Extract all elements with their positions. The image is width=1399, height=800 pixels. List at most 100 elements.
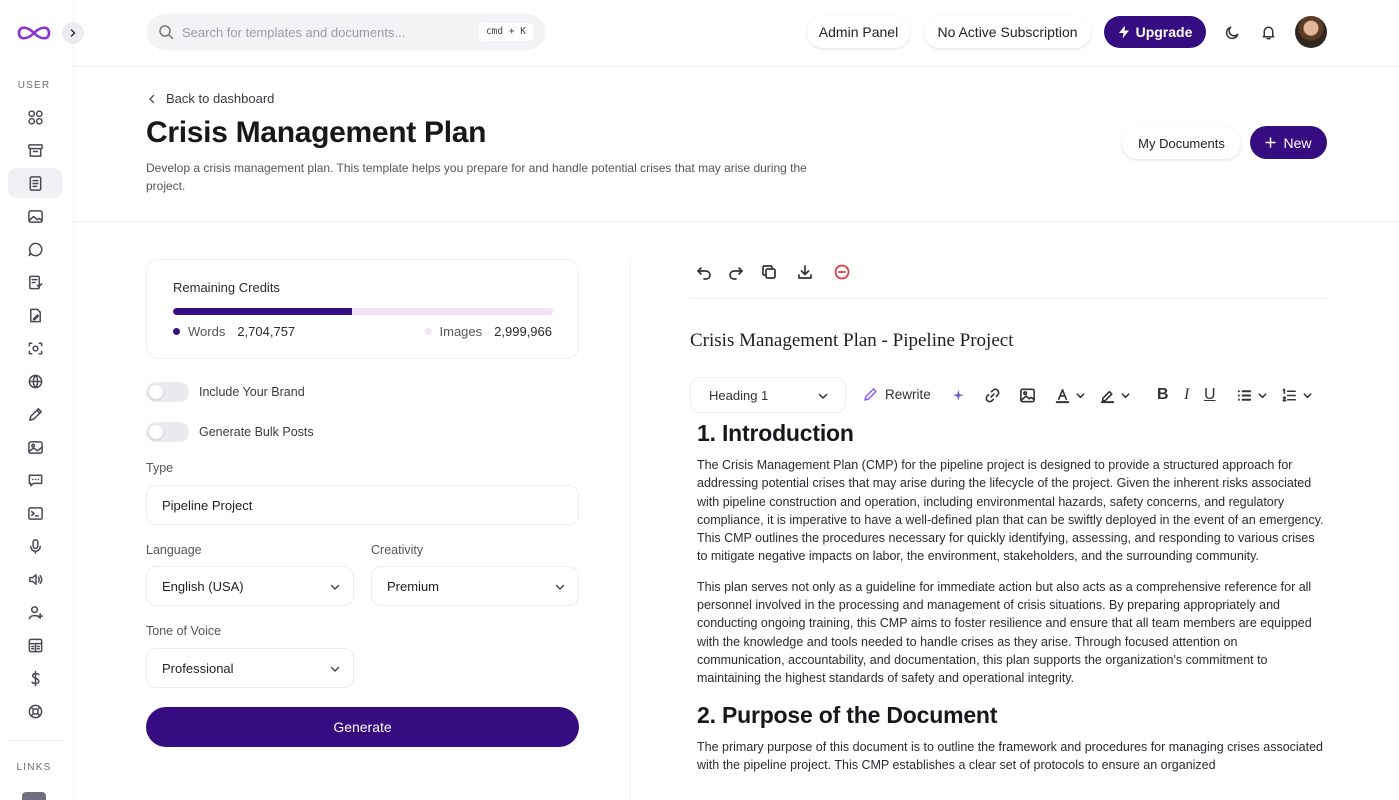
download-icon: [798, 265, 812, 279]
user-avatar[interactable]: [1295, 16, 1327, 48]
heading-select[interactable]: Heading 1: [690, 377, 846, 413]
undo-button[interactable]: [695, 263, 713, 281]
my-documents-button[interactable]: My Documents: [1122, 127, 1241, 159]
formatting-toolbar: Heading 1 Rewrite B I U: [690, 377, 1327, 413]
tone-select[interactable]: Professional: [146, 648, 354, 688]
rewrite-button[interactable]: Rewrite: [863, 386, 931, 402]
bullet-list-button[interactable]: [1236, 386, 1268, 404]
delete-button[interactable]: [833, 263, 851, 281]
language-select[interactable]: English (USA): [146, 566, 354, 606]
type-label: Type: [146, 461, 174, 475]
sidebar-item-speech[interactable]: [8, 531, 62, 561]
app-logo[interactable]: [16, 22, 52, 44]
highlight-button[interactable]: [1099, 386, 1131, 404]
chevron-right-icon: [70, 29, 76, 37]
table-icon: [28, 638, 42, 652]
upgrade-button[interactable]: Upgrade: [1104, 16, 1206, 48]
search-input[interactable]: [182, 24, 472, 40]
sidebar-item-web[interactable]: [8, 366, 62, 396]
notifications-button[interactable]: [1258, 22, 1278, 42]
sidebar-item-code[interactable]: [8, 498, 62, 528]
user-plus-icon: [28, 605, 43, 619]
sidebar-item-images[interactable]: [8, 201, 62, 231]
insert-image-button[interactable]: [1019, 386, 1036, 404]
plus-icon: [1265, 137, 1277, 148]
mic-icon: [29, 538, 41, 554]
include-brand-toggle[interactable]: [146, 382, 189, 402]
redo-button[interactable]: [727, 263, 745, 281]
sidebar-section-links: LINKS: [16, 762, 52, 773]
text-color-icon: [1055, 388, 1070, 403]
globe-icon: [28, 374, 42, 388]
dollar-icon: [30, 670, 40, 686]
scan-face-icon: [28, 342, 42, 354]
include-brand-row: Include Your Brand: [146, 382, 305, 402]
admin-panel-button[interactable]: Admin Panel: [807, 16, 910, 48]
sidebar-item-dashboard[interactable]: [8, 102, 62, 132]
document-content[interactable]: 1. Introduction The Crisis Management Pl…: [697, 418, 1327, 774]
document-title[interactable]: Crisis Management Plan - Pipeline Projec…: [690, 330, 1013, 352]
credits-words-fill: [173, 308, 352, 315]
magic-pen-icon: [864, 388, 877, 401]
dark-mode-toggle[interactable]: [1222, 22, 1242, 42]
sidebar-item-vision[interactable]: [8, 333, 62, 363]
rewrite-label: Rewrite: [885, 386, 931, 402]
chevron-left-icon: [149, 94, 155, 103]
terminal-icon: [27, 506, 43, 520]
sidebar-item-voiceover[interactable]: [8, 564, 62, 594]
text-color-button[interactable]: [1054, 386, 1086, 404]
bell-icon: [1262, 26, 1274, 39]
link-avatar[interactable]: [22, 792, 46, 800]
numbered-list-icon: [1282, 388, 1296, 401]
link-button[interactable]: [984, 386, 1001, 404]
sidebar-item-forms[interactable]: [8, 267, 62, 297]
bulk-posts-toggle[interactable]: [146, 422, 189, 442]
copy-button[interactable]: [760, 263, 778, 281]
sidebar-item-affiliates[interactable]: [8, 597, 62, 627]
sidebar-item-archive[interactable]: [8, 135, 62, 165]
sidebar-item-plans[interactable]: [8, 630, 62, 660]
bold-button[interactable]: B: [1157, 386, 1169, 404]
section-paragraph: The primary purpose of this document is …: [697, 739, 1324, 772]
numbered-list-button[interactable]: [1281, 386, 1313, 404]
words-legend: Words 2,704,757: [173, 324, 295, 339]
sidebar-item-support[interactable]: [8, 696, 62, 726]
sidebar-item-file-edit[interactable]: [8, 300, 62, 330]
grid-icon: [27, 109, 43, 125]
bullet-list-icon: [1237, 389, 1252, 401]
type-input[interactable]: Pipeline Project: [146, 485, 579, 525]
sidebar-item-chat[interactable]: [8, 234, 62, 264]
sidebar-item-documents[interactable]: [8, 168, 62, 198]
underline-icon: U: [1204, 386, 1216, 403]
column-divider: [630, 259, 631, 800]
section-paragraph: The Crisis Management Plan (CMP) for the…: [697, 458, 1324, 564]
redo-icon: [729, 267, 743, 280]
underline-button[interactable]: U: [1204, 386, 1216, 404]
back-to-dashboard-link[interactable]: Back to dashboard: [148, 91, 274, 106]
undo-icon: [697, 267, 711, 280]
search-shortcut-badge: cmd + K: [478, 23, 533, 41]
download-button[interactable]: [796, 263, 814, 281]
chevron-down-icon: [330, 584, 340, 590]
upgrade-label: Upgrade: [1135, 24, 1193, 40]
words-value: 2,704,757: [237, 324, 296, 339]
collapse-sidebar-button[interactable]: [62, 22, 84, 44]
minus-circle-icon: [834, 264, 850, 280]
new-document-button[interactable]: New: [1250, 126, 1327, 159]
sidebar-item-image-gen[interactable]: [8, 432, 62, 462]
chevron-down-icon: [1121, 392, 1130, 398]
chevron-down-icon: [1303, 392, 1312, 398]
subscription-button[interactable]: No Active Subscription: [924, 16, 1091, 48]
sidebar-item-billing[interactable]: [8, 663, 62, 693]
italic-button[interactable]: I: [1184, 386, 1189, 404]
creativity-select[interactable]: Premium: [371, 566, 579, 606]
ai-sparkle-button[interactable]: [950, 386, 967, 404]
images-legend: Images 2,999,966: [424, 324, 552, 339]
sidebar-divider: [8, 740, 62, 741]
generate-button[interactable]: Generate: [146, 707, 579, 747]
search-bar[interactable]: cmd + K: [146, 14, 545, 50]
topbar-divider: [74, 66, 1399, 67]
sidebar-item-chat-bot[interactable]: [8, 465, 62, 495]
remaining-credits-card: Remaining Credits Words 2,704,757 Images…: [146, 259, 579, 359]
sidebar-item-editor[interactable]: [8, 399, 62, 429]
